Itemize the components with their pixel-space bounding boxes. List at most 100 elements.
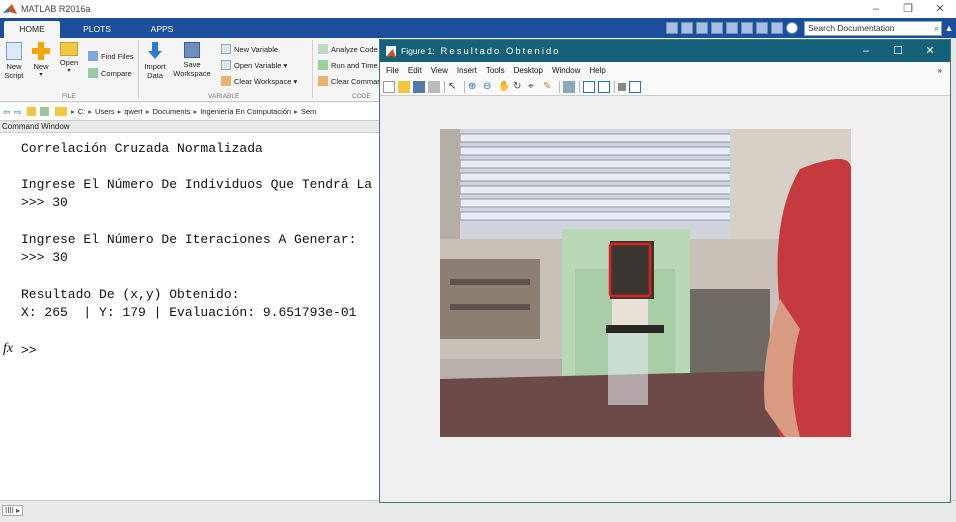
switch-windows-icon[interactable] [771, 22, 783, 34]
edit-plot-icon[interactable]: ↖ [448, 81, 460, 93]
help-icon[interactable] [786, 22, 798, 34]
paste-icon[interactable] [726, 22, 738, 34]
new-script-button[interactable]: New Script [3, 42, 25, 80]
open-button[interactable]: Open ▾ [58, 42, 80, 76]
copy-icon[interactable] [711, 22, 723, 34]
import-data-button[interactable]: Import Data [143, 42, 167, 80]
search-icon[interactable]: ⌕ [934, 22, 939, 35]
compare-button[interactable]: Compare [88, 68, 132, 78]
tab-home[interactable]: HOME [4, 21, 60, 38]
cmd-line: X: 265 | Y: 179 | Evaluación: 9.651793e-… [21, 305, 357, 320]
path-segment[interactable]: Ingeniería En Computación [200, 107, 291, 116]
function-browser-icon[interactable]: fx [3, 341, 13, 357]
hide-plot-tools-icon[interactable] [618, 82, 626, 91]
open-file-icon[interactable] [398, 80, 410, 93]
menu-overflow-icon[interactable]: » [938, 66, 942, 75]
command-window[interactable]: Correlación Cruzada Normalizada Ingrese … [0, 133, 388, 500]
figure-title-bar: Figure 1: Resultado Obtenido – ☐ ✕ [380, 40, 950, 62]
figure-window-controls: – ☐ ✕ [850, 40, 946, 62]
zoom-in-icon[interactable]: ⊕ [468, 81, 480, 93]
menu-tools[interactable]: Tools [486, 66, 505, 75]
command-window-label: Command Window [0, 121, 380, 133]
figure-close-button[interactable]: ✕ [914, 40, 946, 62]
path-separator: ▸ [71, 107, 75, 116]
analyze-code-button[interactable]: Analyze Code [318, 44, 378, 54]
save-figure-icon[interactable] [413, 80, 425, 93]
figure-menu-bar: File Edit View Insert Tools Desktop Wind… [380, 62, 950, 78]
data-cursor-icon[interactable]: ⌖ [528, 81, 540, 93]
show-plot-tools-icon[interactable] [629, 80, 641, 93]
figure-minimize-button[interactable]: – [850, 40, 882, 62]
collapse-ribbon-icon[interactable]: ▲ [942, 23, 956, 33]
link-plot-icon[interactable] [563, 80, 575, 93]
run-and-time-button[interactable]: Run and Time [318, 60, 378, 70]
save-workspace-button[interactable]: Save Workspace [172, 42, 212, 78]
browse-folder-icon[interactable] [40, 107, 49, 116]
restore-button[interactable]: ❐ [892, 0, 924, 18]
path-separator: ▸ [294, 107, 298, 116]
toolbar-separator [559, 80, 560, 93]
toolbar-separator [579, 80, 580, 93]
legend-icon[interactable] [598, 80, 610, 93]
analyze-code-icon [318, 44, 328, 54]
layout-icon[interactable] [666, 22, 678, 34]
rotate-3d-icon[interactable]: ↻ [513, 81, 525, 93]
home-ribbon: New Script New ▾ Open ▾ Find Files Compa… [0, 38, 380, 102]
pan-icon[interactable]: ✋ [498, 81, 510, 93]
ribbon-separator [138, 40, 139, 98]
path-segment[interactable]: C: [78, 107, 86, 116]
zoom-out-icon[interactable]: ⊖ [483, 81, 495, 93]
open-variable-button[interactable]: Open Variable ▾ [221, 60, 287, 70]
title-bar: MATLAB R2016a – ❐ ✕ [0, 0, 956, 18]
figure-title: Resultado Obtenido [440, 45, 561, 57]
path-segment[interactable]: Documents [153, 107, 191, 116]
new-variable-button[interactable]: New Variable [221, 44, 278, 54]
back-arrow-icon[interactable]: ⇦ [3, 107, 12, 117]
menu-edit[interactable]: Edit [408, 66, 422, 75]
new-variable-icon [221, 44, 231, 54]
print-icon[interactable] [428, 80, 440, 93]
menu-window[interactable]: Window [552, 66, 580, 75]
minimize-button[interactable]: – [860, 0, 892, 18]
tab-apps[interactable]: APPS [138, 21, 186, 38]
undo-icon[interactable] [741, 22, 753, 34]
close-button[interactable]: ✕ [924, 0, 956, 18]
command-prompt[interactable]: >> [21, 343, 37, 358]
path-segment[interactable]: qwert [124, 107, 142, 116]
find-files-button[interactable]: Find Files [88, 51, 134, 61]
result-image-svg [440, 129, 851, 437]
path-segment[interactable]: Sem [301, 107, 316, 116]
save-icon[interactable] [681, 22, 693, 34]
clear-commands-button[interactable]: Clear Commar [318, 76, 380, 86]
open-folder-icon [60, 42, 78, 56]
figure-number: Figure 1: [401, 46, 435, 56]
up-folder-icon[interactable] [27, 107, 36, 116]
path-separator: ▸ [193, 107, 198, 116]
window-controls: – ❐ ✕ [860, 0, 956, 18]
cut-icon[interactable] [696, 22, 708, 34]
search-documentation-input[interactable]: Search Documentation ⌕ [804, 20, 942, 36]
path-segment[interactable]: Users [95, 107, 115, 116]
menu-insert[interactable]: Insert [457, 66, 477, 75]
new-button[interactable]: New ▾ [30, 42, 52, 80]
analyze-code-label: Analyze Code [331, 44, 378, 54]
status-indicator[interactable]: IIII ▸ [2, 505, 24, 516]
ribbon-separator [312, 40, 313, 98]
redo-icon[interactable] [756, 22, 768, 34]
menu-file[interactable]: File [386, 66, 399, 75]
brush-icon[interactable]: ✎ [543, 81, 555, 93]
clear-workspace-button[interactable]: Clear Workspace ▾ [221, 76, 297, 86]
path-separator: ▸ [145, 107, 150, 116]
menu-view[interactable]: View [431, 66, 448, 75]
cmd-line: >>> 30 [21, 250, 68, 265]
forward-arrow-icon[interactable]: ⇨ [14, 107, 23, 117]
colorbar-icon[interactable] [583, 80, 595, 93]
tab-plots[interactable]: PLOTS [72, 21, 122, 38]
figure-maximize-button[interactable]: ☐ [882, 40, 914, 62]
menu-help[interactable]: Help [589, 66, 605, 75]
new-figure-icon[interactable] [383, 80, 395, 93]
quick-access-icons [666, 22, 798, 34]
run-and-time-icon [318, 60, 328, 70]
clear-workspace-label: Clear Workspace ▾ [234, 76, 298, 86]
menu-desktop[interactable]: Desktop [514, 66, 543, 75]
